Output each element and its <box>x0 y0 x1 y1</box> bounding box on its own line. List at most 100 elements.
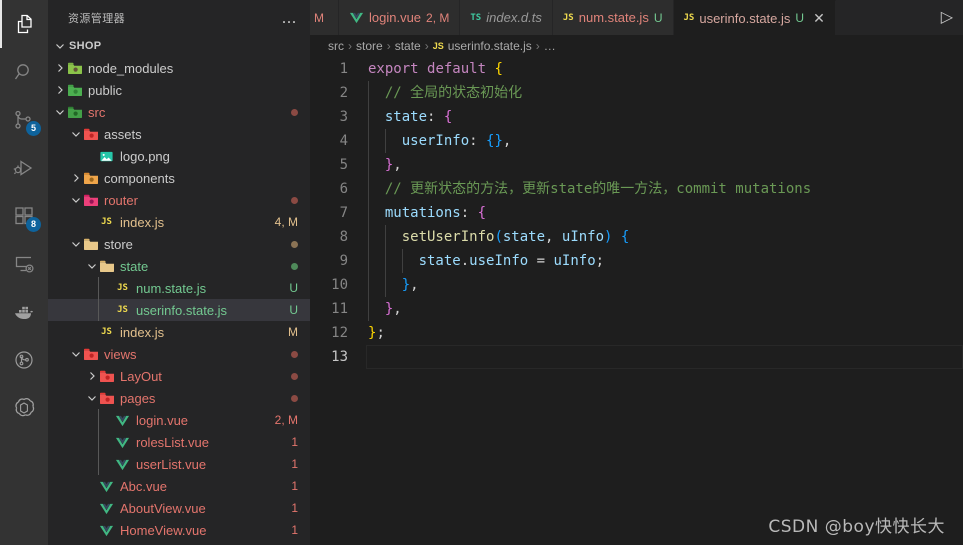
tree-row[interactable]: state <box>48 255 310 277</box>
chevron-down-icon[interactable] <box>54 106 66 118</box>
code-token: ( <box>494 229 503 245</box>
tree-row[interactable]: store <box>48 233 310 255</box>
activity-item-source-control[interactable]: 5 <box>0 96 48 144</box>
tree-row[interactable]: public <box>48 79 310 101</box>
indent-guide <box>368 129 369 153</box>
code-line[interactable]: // 全局的状态初始化 <box>368 81 963 105</box>
activity-item-chatgpt[interactable] <box>0 384 48 432</box>
editor-tab[interactable]: JS num.state.js U <box>552 0 674 35</box>
tree-row[interactable]: rolesList.vue 1 <box>48 431 310 453</box>
folder-store-icon <box>82 236 99 252</box>
git-status-dot <box>291 394 298 402</box>
file-tree: node_modules public src assets logo.png … <box>48 57 310 545</box>
ts-file-icon: TS <box>470 12 482 23</box>
activity-item-gitlens[interactable] <box>0 336 48 384</box>
tree-row[interactable]: JS index.js M <box>48 321 310 343</box>
chevron-down-icon[interactable] <box>70 238 82 250</box>
activity-item-extensions[interactable]: 8 <box>0 192 48 240</box>
tree-row[interactable]: router <box>48 189 310 211</box>
activity-item-docker[interactable] <box>0 288 48 336</box>
code-line[interactable]: setUserInfo(state, uInfo) { <box>368 225 963 249</box>
js-file-icon-icon: JS <box>101 327 112 337</box>
breadcrumb-segment[interactable]: … <box>544 39 556 53</box>
tree-row[interactable]: logo.png <box>48 145 310 167</box>
code-line[interactable]: export default { <box>368 57 963 81</box>
js-file-icon: JS <box>562 12 574 23</box>
sidebar-header: 资源管理器 … <box>48 0 310 35</box>
chevron-down-icon[interactable] <box>70 128 82 140</box>
tree-row[interactable]: JS index.js 4, M <box>48 211 310 233</box>
tree-row[interactable]: pages <box>48 387 310 409</box>
tree-item-label: login.vue <box>136 412 189 428</box>
tree-row[interactable]: Abc.vue 1 <box>48 475 310 497</box>
code-line[interactable]: userInfo: {}, <box>368 129 963 153</box>
run-play-icon[interactable]: ▷ <box>941 9 953 26</box>
editor-tab[interactable]: JS userinfo.state.js U ✕ <box>673 0 836 35</box>
tree-row[interactable]: login.vue 2, M <box>48 409 310 431</box>
breadcrumb-segment[interactable]: src <box>328 39 344 53</box>
line-number: 9 <box>339 253 348 269</box>
chevron-down-icon[interactable] <box>70 348 82 360</box>
chevron-right-icon[interactable] <box>54 62 66 74</box>
chevron-down-icon[interactable] <box>86 392 98 404</box>
activity-item-remote-explorer[interactable] <box>0 240 48 288</box>
code-line[interactable]: }; <box>368 321 963 345</box>
code-line[interactable]: }, <box>368 153 963 177</box>
tree-row[interactable]: HomeView.vue 1 <box>48 519 310 541</box>
tree-row[interactable]: src <box>48 101 310 123</box>
chevron-right-icon[interactable] <box>70 172 82 184</box>
tree-row[interactable]: JS userinfo.state.js U <box>48 299 310 321</box>
tree-row[interactable]: JS num.state.js U <box>48 277 310 299</box>
indent-guide <box>384 225 386 249</box>
folder-node-modules-icon <box>66 60 83 76</box>
tab-git-badge: U <box>653 10 663 25</box>
code-token: // 更新状态的方法，更新state的唯一方法，commit mutations <box>384 181 812 197</box>
code-line[interactable]: }, <box>368 297 963 321</box>
tree-item-label: index.js <box>120 324 165 340</box>
folder-state-icon <box>98 258 115 274</box>
code-token: , <box>545 229 562 245</box>
chevron-right-icon[interactable] <box>54 84 66 96</box>
tree-row[interactable]: LayOut <box>48 365 310 387</box>
code-token: useInfo <box>469 253 529 269</box>
workspace-root-label: SHOP <box>69 40 102 52</box>
folder-layout-icon <box>98 368 115 384</box>
code-lines[interactable]: export default { // 全局的状态初始化 state: { us… <box>366 57 963 545</box>
code-token: uInfo <box>553 253 596 269</box>
tree-item-label: logo.png <box>120 148 170 164</box>
breadcrumb-segment[interactable]: store <box>356 39 383 53</box>
tree-row[interactable]: userList.vue 1 <box>48 453 310 475</box>
editor-tab[interactable]: M <box>310 0 339 35</box>
breadcrumb-segment[interactable]: userinfo.state.js <box>448 39 532 53</box>
code-editor[interactable]: 1 2 3 4 5 6 7 8 9 10 11 12 13 export default { // 全局… <box>310 57 963 545</box>
chevron-down-icon[interactable] <box>70 194 82 206</box>
code-line[interactable]: // 更新状态的方法，更新state的唯一方法，commit mutations <box>368 177 963 201</box>
workspace-root-row[interactable]: SHOP <box>48 35 310 57</box>
editor-tab[interactable]: TS index.d.ts <box>460 0 553 35</box>
chevron-down-icon[interactable] <box>86 260 98 272</box>
editor-tab[interactable]: login.vue 2, M <box>339 0 461 35</box>
activity-item-run-and-debug[interactable] <box>0 144 48 192</box>
tree-row[interactable]: views <box>48 343 310 365</box>
code-line[interactable]: state: { <box>368 105 963 129</box>
line-number: 13 <box>331 349 348 365</box>
tree-item-label: rolesList.vue <box>136 434 209 450</box>
tree-row[interactable]: AboutView.vue 1 <box>48 497 310 519</box>
sidebar-more-actions-button[interactable]: … <box>278 10 303 25</box>
close-icon[interactable]: ✕ <box>813 11 825 25</box>
tree-row[interactable]: node_modules <box>48 57 310 79</box>
code-line[interactable]: }, <box>368 273 963 297</box>
tree-row[interactable]: components <box>48 167 310 189</box>
code-token: : <box>460 205 470 221</box>
breadcrumb-segment[interactable]: state <box>395 39 421 53</box>
chevron-right-icon[interactable] <box>86 370 98 382</box>
code-line[interactable]: state.useInfo = uInfo; <box>368 249 963 273</box>
tree-row[interactable]: assets <box>48 123 310 145</box>
activity-item-explorer[interactable] <box>0 0 48 48</box>
activity-item-search[interactable] <box>0 48 48 96</box>
code-line[interactable]: mutations: { <box>368 201 963 225</box>
code-line[interactable] <box>366 345 963 369</box>
